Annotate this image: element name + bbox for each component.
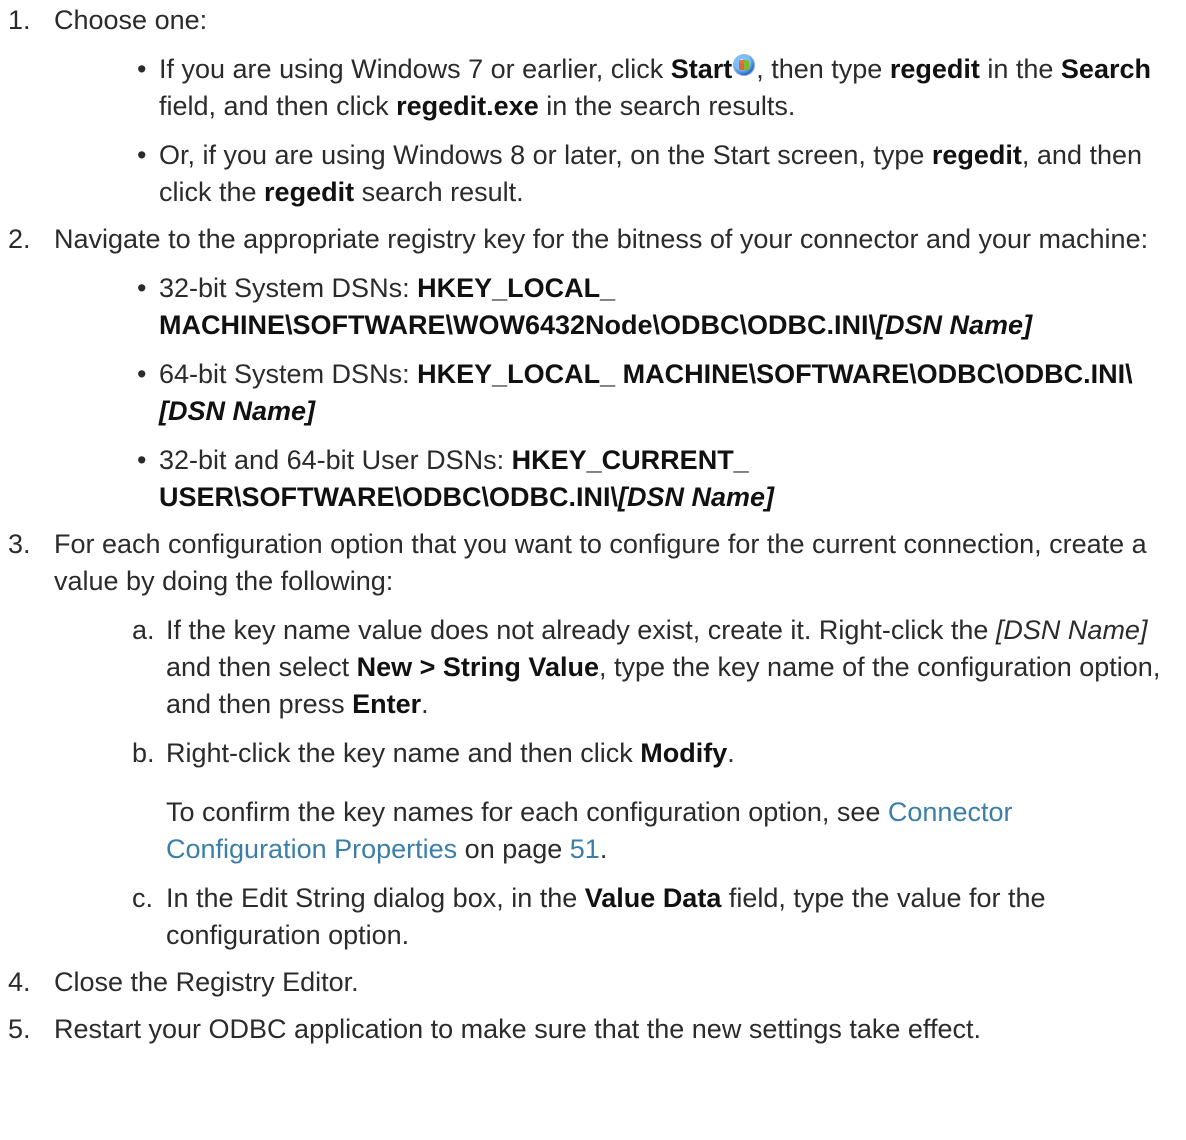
bullet-windows-8: Or, if you are using Windows 8 or later,…	[135, 137, 1166, 211]
dsn-name-placeholder: [DSN Name]	[876, 310, 1033, 340]
step-intro: Restart your ODBC application to make su…	[54, 1014, 981, 1044]
search-label: Search	[1060, 54, 1151, 84]
step-number: 1.	[8, 5, 31, 35]
dsn-name-placeholder: [DSN Name]	[995, 615, 1148, 645]
dsn-name-placeholder: [DSN Name]	[159, 396, 316, 426]
page-number-link[interactable]: 51	[570, 834, 600, 864]
step-number: 2.	[8, 224, 31, 254]
step-intro: For each configuration option that you w…	[54, 529, 1147, 596]
step-intro: Choose one:	[54, 5, 208, 35]
substep-letter: a.	[132, 615, 155, 645]
step-3: 3. For each configuration option that yo…	[8, 526, 1166, 954]
substep-b: b. Right-click the key name and then cli…	[132, 735, 1166, 772]
registry-path: HKEY_LOCAL_ MACHINE\SOFTWARE\ODBC\ODBC.I…	[417, 359, 1133, 389]
step-intro: Close the Registry Editor.	[54, 967, 359, 997]
value-data-label: Value Data	[584, 883, 722, 913]
step-number: 4.	[8, 967, 31, 997]
windows-start-orb-icon	[733, 54, 756, 76]
regedit-label: regedit	[931, 140, 1022, 170]
step-1: 1. Choose one: If you are using Windows …	[8, 2, 1166, 211]
regedit-label: regedit	[264, 177, 355, 207]
regedit-exe-label: regedit.exe	[396, 91, 539, 121]
substep-a: a. If the key name value does not alread…	[132, 612, 1166, 723]
enter-key-label: Enter	[352, 689, 422, 719]
step-number: 5.	[8, 1014, 31, 1044]
start-label: Start	[670, 54, 733, 84]
substep-letter: b.	[132, 738, 155, 768]
step-4: 4. Close the Registry Editor.	[8, 964, 1166, 1001]
bullet-windows-7: If you are using Windows 7 or earlier, c…	[135, 51, 1166, 125]
modify-label: Modify	[640, 738, 728, 768]
registry-key-user: 32-bit and 64-bit User DSNs: HKEY_CURREN…	[135, 442, 1166, 516]
step-intro: Navigate to the appropriate registry key…	[54, 224, 1149, 254]
dsn-name-placeholder: [DSN Name]	[618, 482, 775, 512]
registry-key-64bit-system: 64-bit System DSNs: HKEY_LOCAL_ MACHINE\…	[135, 356, 1166, 430]
key-names-note: To confirm the key names for each config…	[166, 797, 1013, 864]
menu-path-label: New > String Value	[356, 652, 599, 682]
registry-key-32bit-system: 32-bit System DSNs: HKEY_LOCAL_ MACHINE\…	[135, 270, 1166, 344]
substep-c: c. In the Edit String dialog box, in the…	[132, 880, 1166, 954]
step-number: 3.	[8, 529, 31, 559]
step-2: 2. Navigate to the appropriate registry …	[8, 221, 1166, 516]
step-5: 5. Restart your ODBC application to make…	[8, 1011, 1166, 1048]
regedit-label: regedit	[889, 54, 980, 84]
instructions-document: 1. Choose one: If you are using Windows …	[0, 0, 1186, 1048]
substep-letter: c.	[132, 883, 154, 913]
